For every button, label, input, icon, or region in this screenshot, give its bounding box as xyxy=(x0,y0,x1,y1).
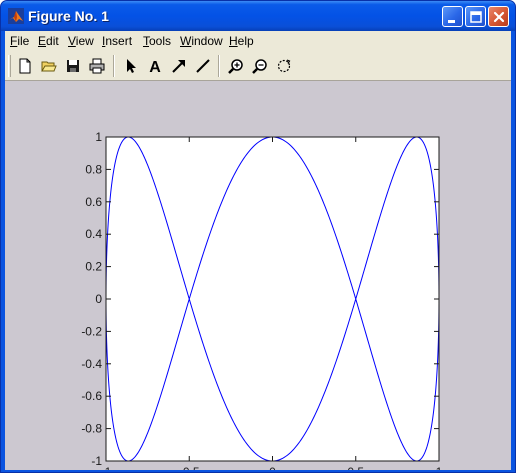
maximize-button[interactable] xyxy=(465,6,486,27)
menu-insert[interactable]: Insert xyxy=(102,34,132,48)
menu-help[interactable]: Help xyxy=(229,34,254,48)
x-tick-label: 0.5 xyxy=(347,465,364,470)
y-tick-label: -0.4 xyxy=(81,357,102,371)
y-tick-label: -0.2 xyxy=(81,324,102,338)
x-tick-label: -1 xyxy=(101,465,112,470)
insert-arrow-icon[interactable] xyxy=(169,56,189,76)
line-chart[interactable]: -1 -0.5 0 0.5 1 -1 -0.8 -0.6 -0.4 -0.2 0 0.2 0.4 0.6 0… xyxy=(5,81,511,470)
toolbar-separator xyxy=(218,55,220,77)
menu-view[interactable]: View xyxy=(68,34,94,48)
menu-tools[interactable]: Tools xyxy=(143,34,171,48)
y-tick-label: 0.6 xyxy=(85,195,102,209)
y-tick-label: -1 xyxy=(91,454,102,468)
title-bar[interactable]: Figure No. 1 xyxy=(1,1,515,31)
x-tick-label: -0.5 xyxy=(179,465,200,470)
menu-bar: File Edit View Insert Tools Window Help xyxy=(5,31,511,51)
rotate-3d-icon[interactable] xyxy=(274,56,294,76)
insert-line-icon[interactable] xyxy=(193,56,213,76)
toolbar-separator xyxy=(113,55,115,77)
y-tick-label: -0.6 xyxy=(81,389,102,403)
save-icon[interactable] xyxy=(63,56,83,76)
print-icon[interactable] xyxy=(87,56,107,76)
figure-client-area: File Edit View Insert Tools Window Help xyxy=(5,31,511,470)
zoom-out-icon[interactable] xyxy=(250,56,270,76)
figure-toolbar: A xyxy=(5,51,511,81)
y-tick-label: 0.8 xyxy=(85,162,102,176)
svg-text:A: A xyxy=(149,59,161,74)
toolbar-grip[interactable] xyxy=(8,55,11,77)
y-tick-label: -0.8 xyxy=(81,422,102,436)
y-tick-label: 0.2 xyxy=(85,260,102,274)
y-tick-label: 0 xyxy=(95,292,102,306)
minimize-button[interactable] xyxy=(442,6,463,27)
new-file-icon[interactable] xyxy=(15,56,35,76)
menu-window[interactable]: Window xyxy=(180,34,223,48)
open-folder-icon[interactable] xyxy=(39,56,59,76)
y-tick-label: 0.4 xyxy=(85,227,102,241)
x-tick-label: 1 xyxy=(436,465,443,470)
y-tick-label: 1 xyxy=(95,130,102,144)
x-tick-label: 0 xyxy=(269,465,276,470)
menu-edit[interactable]: Edit xyxy=(38,34,59,48)
figure-window: Figure No. 1 File Edit View Insert Tools… xyxy=(0,0,516,473)
plot-area: -1 -0.5 0 0.5 1 -1 -0.8 -0.6 -0.4 -0.2 0 0.2 0.4 0.6 0… xyxy=(5,81,511,470)
select-arrow-icon[interactable] xyxy=(121,56,141,76)
window-title: Figure No. 1 xyxy=(28,8,109,24)
axes-background xyxy=(106,137,439,461)
insert-text-icon[interactable]: A xyxy=(145,56,165,76)
menu-file[interactable]: File xyxy=(10,34,29,48)
close-button[interactable] xyxy=(488,6,509,27)
zoom-in-icon[interactable] xyxy=(226,56,246,76)
matlab-logo-icon[interactable] xyxy=(8,8,24,24)
